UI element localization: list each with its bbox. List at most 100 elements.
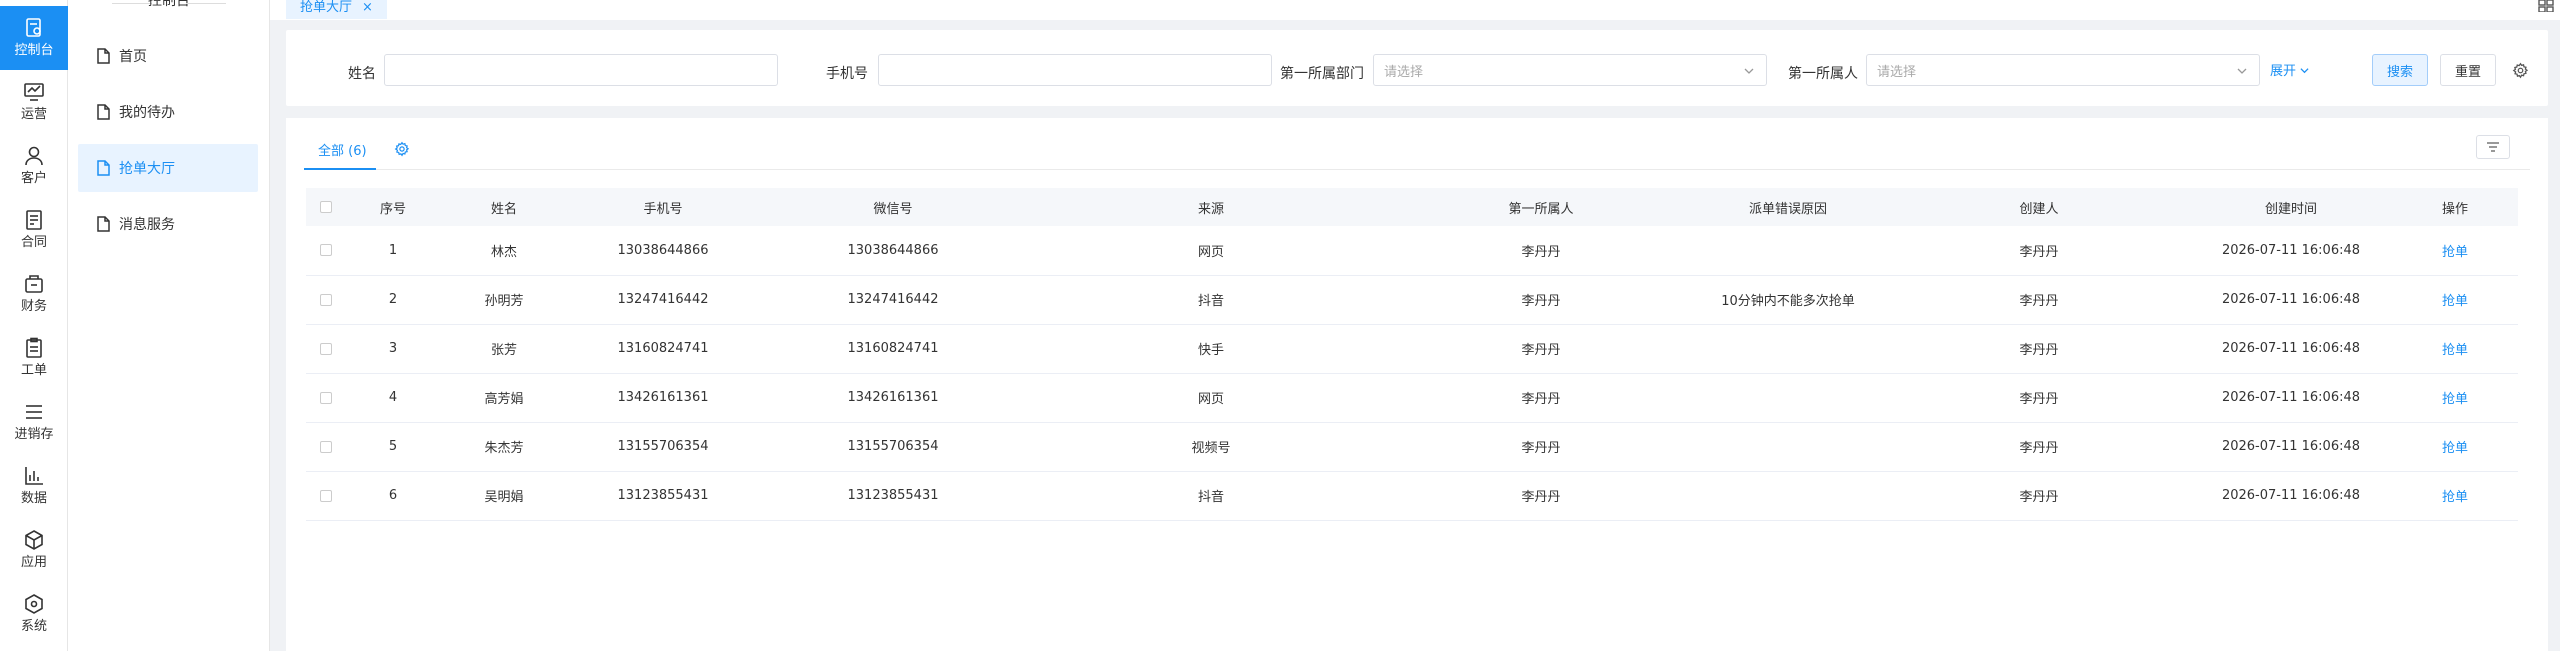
select-all-checkbox[interactable] (320, 201, 332, 213)
reset-button[interactable]: 重置 (2440, 54, 2496, 86)
grab-order-link[interactable]: 抢单 (2442, 392, 2468, 407)
rail-item-operations[interactable]: 运营 (0, 70, 68, 134)
cell-source: 网页 (1197, 392, 1224, 407)
row-select-cell (306, 373, 346, 422)
column-settings-button[interactable] (2476, 135, 2510, 159)
cell-reason (1688, 324, 1888, 373)
chevron-down-icon (2300, 68, 2309, 74)
grab-order-link[interactable]: 抢单 (2442, 441, 2468, 456)
gear-icon[interactable] (2512, 62, 2529, 79)
row-checkbox[interactable] (320, 440, 332, 453)
cell-source: 视频号 (1191, 441, 1231, 456)
cell-action: 抢单 (2392, 324, 2518, 373)
grid-icon[interactable] (2538, 0, 2554, 12)
phone-input[interactable] (878, 54, 1272, 86)
cell-source: 快手 (1197, 343, 1224, 358)
cell-created: 2026-07-11 16:06:48 (2221, 390, 2361, 405)
cell-no: 5 (388, 439, 398, 454)
cell-name: 林杰 (490, 244, 517, 260)
divider (186, 3, 226, 4)
cell-phone: 13247416442 (617, 292, 709, 307)
cell-no: 2 (388, 292, 398, 307)
cell-creator: 李丹丹 (2019, 244, 2059, 260)
cell-wechat: 13160824741 (847, 341, 939, 356)
expand-label: 展开 (2270, 64, 2297, 79)
rail-item-customers[interactable]: 客户 (0, 134, 68, 198)
cell-source: 抖音 (1197, 490, 1224, 505)
tab-all[interactable]: 全部 (6) (304, 140, 381, 168)
table-row: 1 林杰 13038644866 13038644866 网页 李丹丹 李丹丹 2026-07… (306, 226, 2518, 275)
cell-name: 孙明芳 (484, 294, 524, 309)
row-checkbox[interactable] (320, 342, 332, 355)
filter-lines-icon (2487, 142, 2499, 152)
cell-action: 抢单 (2392, 226, 2518, 275)
grab-order-link[interactable]: 抢单 (2442, 245, 2468, 260)
rail-item-tickets[interactable]: 工单 (0, 326, 68, 390)
column-header: 创建人 (2019, 201, 2059, 217)
row-select-cell (306, 422, 346, 471)
tab-grab-hall[interactable]: 抢单大厅 × (286, 0, 387, 19)
page-tabbar: 抢单大厅 × (270, 0, 2560, 20)
gear-icon[interactable] (394, 141, 410, 157)
row-checkbox[interactable] (320, 489, 332, 502)
cell-owner: 李丹丹 (1521, 441, 1561, 456)
document-icon (97, 48, 110, 64)
row-checkbox[interactable] (320, 391, 332, 404)
cell-created: 2026-07-11 16:06:48 (2221, 488, 2361, 503)
cell-creator: 李丹丹 (2019, 343, 2059, 358)
cell-creator: 李丹丹 (2019, 392, 2059, 407)
cell-phone: 13426161361 (617, 390, 709, 405)
cell-created: 2026-07-11 16:06:48 (2221, 242, 2361, 258)
cell-reason (1688, 471, 1888, 520)
cell-action: 抢单 (2392, 373, 2518, 422)
owner-select[interactable]: 请选择 (1866, 54, 2260, 86)
sub-item-home[interactable]: 首页 (78, 32, 258, 80)
cell-wechat: 13426161361 (847, 390, 939, 405)
name-input[interactable] (384, 54, 778, 86)
cell-owner: 李丹丹 (1521, 392, 1561, 407)
search-button[interactable]: 搜索 (2372, 54, 2428, 86)
grab-order-link[interactable]: 抢单 (2442, 490, 2468, 505)
rail-item-inventory[interactable]: 进销存 (0, 390, 68, 454)
hexagon-icon (25, 594, 43, 614)
rail-item-system[interactable]: 系统 (0, 582, 68, 646)
select-all-cell (306, 188, 346, 226)
rail-item-label: 合同 (20, 235, 47, 250)
cell-wechat: 13123855431 (847, 488, 939, 503)
cell-reason (1688, 226, 1888, 275)
phone-label: 手机号 (826, 66, 868, 82)
cell-phone: 13155706354 (617, 439, 709, 454)
rail-item-contracts[interactable]: 合同 (0, 198, 68, 262)
cell-wechat: 13038644866 (847, 242, 939, 258)
sub-item-todo[interactable]: 我的待办 (78, 88, 258, 136)
table-row: 3 张芳 13160824741 13160824741 快手 李丹丹 李丹丹 2026-07… (306, 324, 2518, 373)
document-icon (97, 104, 110, 120)
rail-item-data[interactable]: 数据 (0, 454, 68, 518)
cell-owner: 李丹丹 (1521, 294, 1561, 309)
document-icon (97, 160, 110, 176)
cell-no: 4 (388, 390, 398, 405)
expand-toggle[interactable]: 展开 (2270, 60, 2309, 79)
sub-item-label: 抢单大厅 (119, 161, 175, 177)
cell-source: 抖音 (1197, 294, 1224, 309)
rail-item-apps[interactable]: 应用 (0, 518, 68, 582)
list-panel: 全部 (6) 序号 姓名 手机号 微信号 来源 第一所属人 派单错误原因 创建人… (286, 118, 2548, 651)
table-row: 2 孙明芳 13247416442 13247416442 抖音 李丹丹 10分钟内不能多次… (306, 275, 2518, 324)
search-filter-panel: 姓名 手机号 第一所属部门 请选择 第一所属人 请选择 展开 搜索 重置 (286, 30, 2548, 106)
chevron-down-icon (1744, 68, 1754, 74)
dept-select[interactable]: 请选择 (1373, 54, 1767, 86)
grab-order-link[interactable]: 抢单 (2442, 343, 2468, 358)
close-icon[interactable]: × (362, 0, 373, 16)
sub-item-messages[interactable]: 消息服务 (78, 200, 258, 248)
clipboard-icon (26, 337, 42, 358)
rail-item-dashboard[interactable]: 控制台 (0, 6, 68, 70)
row-checkbox[interactable] (320, 293, 332, 306)
grab-order-link[interactable]: 抢单 (2442, 294, 2468, 309)
cell-reason (1688, 373, 1888, 422)
row-checkbox[interactable] (320, 244, 332, 257)
chart-icon (25, 467, 43, 485)
row-select-cell (306, 471, 346, 520)
rail-item-finance[interactable]: 财务 (0, 262, 68, 326)
table-header-row: 序号 姓名 手机号 微信号 来源 第一所属人 派单错误原因 创建人 创建时间 操… (306, 188, 2518, 226)
sub-item-grab-hall[interactable]: 抢单大厅 (78, 144, 258, 192)
